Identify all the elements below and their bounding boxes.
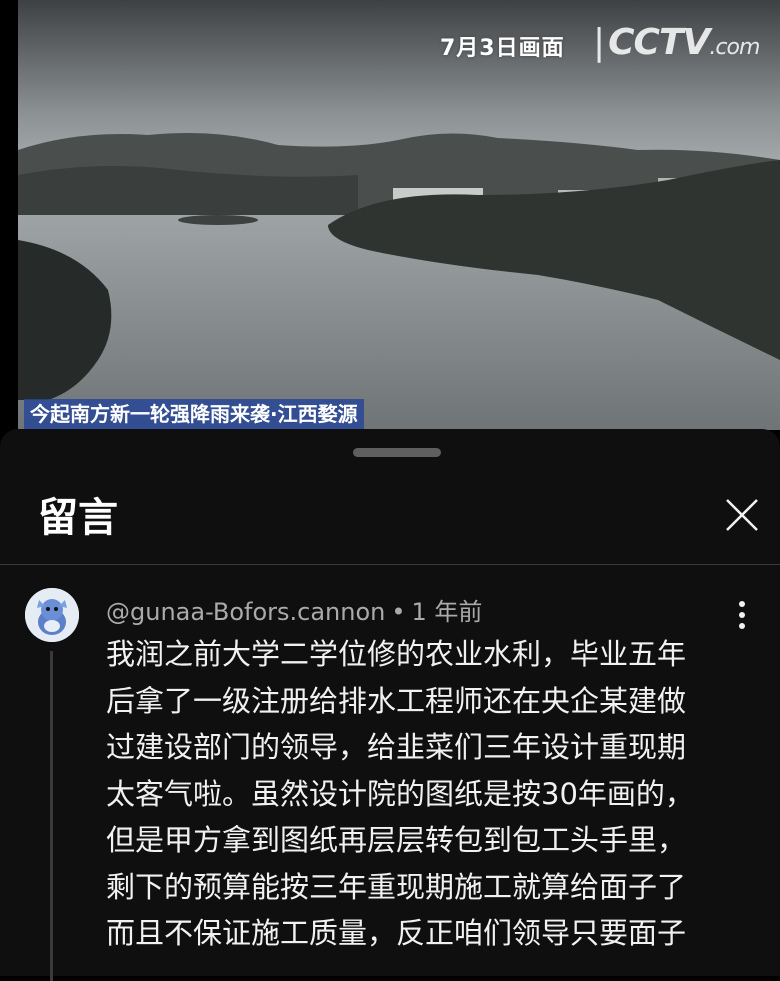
cctv-logo-text: CCTV: [608, 22, 710, 63]
meta-separator: •: [391, 598, 406, 626]
comment-line: 我润之前大学二学位修的农业水利，毕业五年: [106, 637, 687, 671]
close-button[interactable]: [716, 489, 768, 541]
comment-body[interactable]: 我润之前大学二学位修的农业水利，毕业五年 后拿了一级注册给排水工程师还在央企某建…: [106, 631, 746, 957]
comments-sheet: 留言 @gunaa-Bofors.cannon • 1 年前 我润之前大学二学位…: [0, 429, 780, 981]
video-date-overlay: 7月3日画面: [440, 36, 565, 61]
video-caption: 今起南方新一轮强降雨来袭·江西婺源: [24, 399, 364, 429]
comment-author[interactable]: @gunaa-Bofors.cannon: [106, 598, 385, 626]
more-vert-icon: [739, 601, 745, 629]
comment-time: 1 年前: [411, 598, 483, 626]
comment-meta: @gunaa-Bofors.cannon • 1 年前: [106, 592, 482, 627]
video-frame-scene: [18, 0, 780, 430]
comment-line: 而且不保证施工质量，反正咱们领导只要面子: [106, 916, 687, 950]
avatar[interactable]: [25, 588, 79, 642]
cctv-logo: | CCTV.com: [593, 22, 760, 63]
comment-line: 后拿了一级注册给排水工程师还在央企某建做: [106, 683, 687, 718]
comment-line: 太客气啦。虽然设计院的图纸是按30年画的，: [106, 776, 694, 811]
comments-title: 留言: [38, 495, 118, 541]
comment-line: 剩下的预算能按三年重现期施工就算给面子了: [106, 869, 687, 904]
close-icon: [726, 499, 758, 531]
thread-line: [50, 651, 53, 981]
drag-handle[interactable]: [353, 448, 441, 457]
comment-line: 过建设部门的领导，给韭菜们三年设计重现期: [106, 730, 687, 764]
comment-line: 但是甲方拿到图纸再层层转包到包工头手里，: [106, 823, 687, 857]
comment-item: @gunaa-Bofors.cannon • 1 年前 我润之前大学二学位修的农业水…: [0, 565, 780, 981]
cctv-logo-suffix: .com: [709, 35, 760, 60]
avatar-dragon-icon: [25, 588, 79, 642]
video-player[interactable]: 7月3日画面 | CCTV.com 今起南方新一轮强降雨来袭·江西婺源: [18, 0, 780, 430]
